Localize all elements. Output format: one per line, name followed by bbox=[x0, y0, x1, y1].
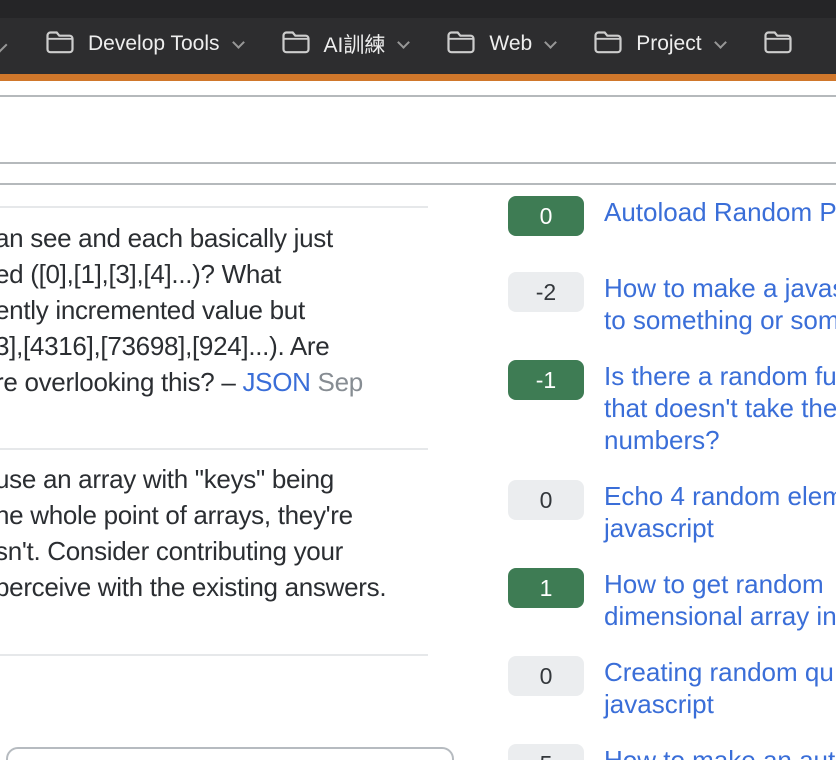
vote-count-badge: 1 bbox=[508, 568, 584, 608]
comment-text: re overlooking this? – bbox=[0, 367, 242, 397]
bookmark-folder-label: AI訓練 bbox=[324, 29, 386, 59]
bookmark-folder[interactable]: Project bbox=[593, 29, 724, 60]
user-link[interactable]: JSON bbox=[242, 367, 310, 397]
divider bbox=[0, 183, 836, 185]
vote-count-badge: -1 bbox=[508, 360, 584, 400]
bookmark-folder-label: Project bbox=[636, 32, 701, 56]
site-accent-bar bbox=[0, 74, 836, 81]
bookmarks-bar: Develop Tools AI訓練 Web Pro bbox=[0, 0, 836, 74]
comment-divider bbox=[0, 206, 428, 208]
chevron-down-icon bbox=[399, 42, 408, 47]
related-question-link[interactable]: Echo 4 random elemjavascript bbox=[604, 480, 836, 544]
comment-divider bbox=[0, 448, 428, 450]
bookmark-folder-label: Develop Tools bbox=[88, 32, 220, 56]
vote-count-badge: 0 bbox=[508, 480, 584, 520]
related-question-link[interactable]: Autoload Random Pa bbox=[604, 196, 836, 228]
vote-count-badge: 5 bbox=[508, 744, 584, 760]
chevron-down-icon bbox=[546, 42, 555, 47]
related-question-link[interactable]: Is there a random funthat doesn't take t… bbox=[604, 360, 836, 456]
vote-count-badge: 0 bbox=[508, 196, 584, 236]
related-question-link[interactable]: How to make a javasto something or som bbox=[604, 272, 836, 336]
comment-2-lines: use an array with "keys" beinghe whole p… bbox=[0, 461, 465, 605]
related-question-row: 0 Creating random qujavascript bbox=[508, 656, 836, 720]
related-question-row: 0 Autoload Random Pa bbox=[508, 196, 836, 248]
related-questions-list: 0 Autoload Random Pa -2 How to make a ja… bbox=[508, 196, 836, 760]
comment: an see and each basically justed ([0],[1… bbox=[0, 220, 465, 400]
add-comment-input[interactable] bbox=[6, 747, 454, 760]
comment-1-lines: an see and each basically justed ([0],[1… bbox=[0, 220, 465, 364]
folder-icon bbox=[446, 29, 476, 60]
related-question-row: -1 Is there a random funthat doesn't tak… bbox=[508, 360, 836, 456]
chevron-down-icon bbox=[234, 42, 243, 47]
related-question-row: 5 How to make an aut bbox=[508, 744, 836, 760]
related-question-link[interactable]: Creating random qujavascript bbox=[604, 656, 834, 720]
comment-timestamp: Sep bbox=[311, 367, 363, 397]
folder-icon bbox=[593, 29, 623, 60]
bookmark-folder[interactable]: Web bbox=[446, 29, 555, 60]
bookmark-folder-label: Web bbox=[489, 32, 532, 56]
bookmark-folder[interactable]: AI訓練 bbox=[281, 29, 409, 60]
folder-icon bbox=[763, 29, 793, 60]
related-question-link[interactable]: How to make an aut bbox=[604, 744, 835, 760]
bookmark-folder[interactable] bbox=[763, 29, 793, 60]
folder-icon bbox=[45, 29, 75, 60]
chevron-down-icon bbox=[716, 42, 725, 47]
folder-icon bbox=[281, 29, 311, 60]
related-question-row: 0 Echo 4 random elemjavascript bbox=[508, 480, 836, 544]
vote-count-badge: 0 bbox=[508, 656, 584, 696]
divider bbox=[0, 95, 836, 97]
related-question-link[interactable]: How to get randomdimensional array in bbox=[604, 568, 836, 632]
comment-divider bbox=[0, 654, 428, 656]
comment: use an array with "keys" beinghe whole p… bbox=[0, 461, 465, 605]
divider bbox=[0, 162, 836, 164]
comment-line: re overlooking this? – JSON Sep bbox=[0, 364, 465, 400]
related-question-row: 1 How to get randomdimensional array in bbox=[508, 568, 836, 632]
chevron-down-icon bbox=[0, 38, 5, 56]
related-question-row: -2 How to make a javasto something or so… bbox=[508, 272, 836, 336]
vote-count-badge: -2 bbox=[508, 272, 584, 312]
bookmark-folder[interactable]: Develop Tools bbox=[45, 29, 243, 60]
